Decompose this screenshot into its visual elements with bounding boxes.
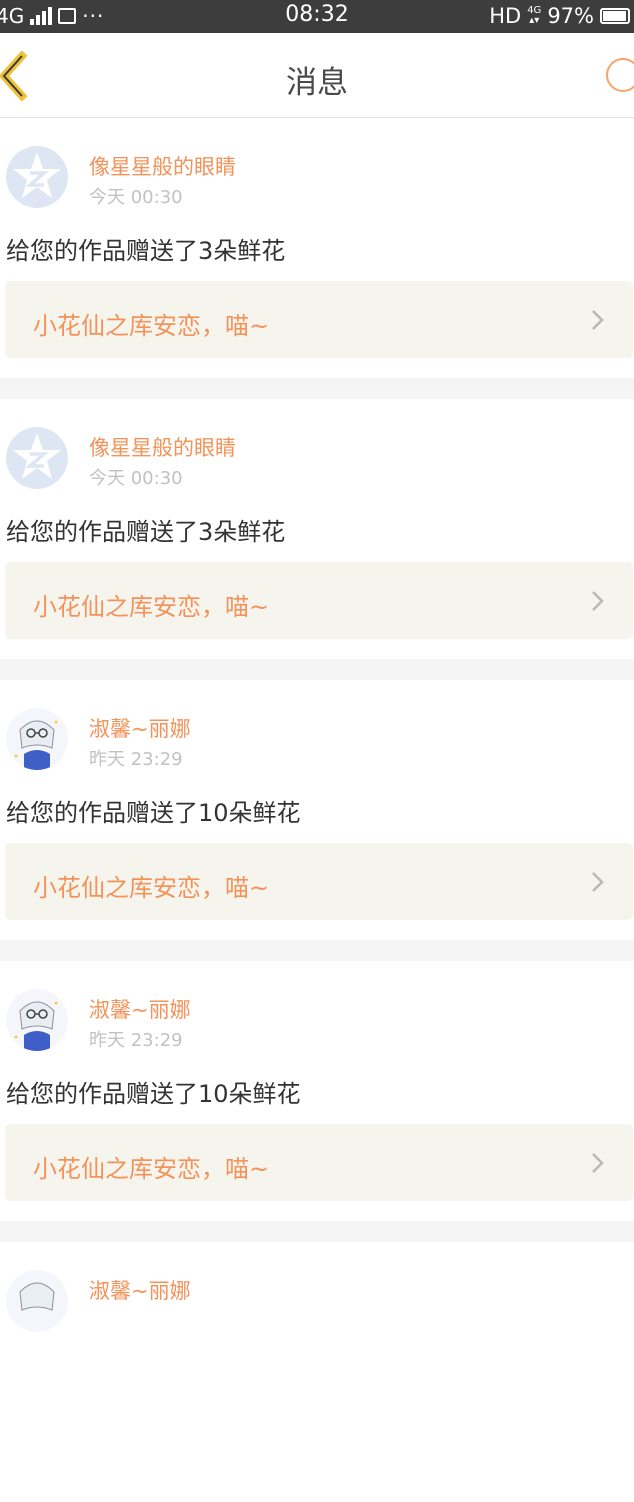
user-avatar[interactable] bbox=[6, 1270, 68, 1332]
work-title: 小花仙之库安恋，喵~ bbox=[33, 1155, 270, 1183]
anime-girl-avatar-icon bbox=[6, 989, 68, 1051]
battery-percent: 97% bbox=[547, 4, 594, 28]
qq-star-avatar-icon bbox=[6, 146, 68, 208]
message-text: 给您的作品赠送了3朵鲜花 bbox=[6, 518, 286, 546]
work-link[interactable]: 小花仙之库安恋，喵~ bbox=[5, 562, 633, 639]
qq-star-avatar-icon bbox=[6, 427, 68, 489]
work-title: 小花仙之库安恋，喵~ bbox=[33, 593, 270, 621]
anime-girl-avatar-icon bbox=[6, 1270, 68, 1332]
message-time: 昨天 23:29 bbox=[89, 1030, 183, 1051]
chevron-right-icon bbox=[592, 591, 604, 611]
status-right: HD 4G ▴▾ 97% bbox=[489, 2, 630, 30]
message-text: 给您的作品赠送了10朵鲜花 bbox=[6, 1080, 301, 1108]
message-time: 今天 00:30 bbox=[89, 187, 183, 208]
chevron-right-icon bbox=[592, 1153, 604, 1173]
message-item: 像星星般的眼睛 今天 00:30 给您的作品赠送了3朵鲜花 小花仙之库安恋，喵~ bbox=[0, 118, 634, 378]
message-item: 淑馨~丽娜 昨天 23:29 给您的作品赠送了10朵鲜花 小花仙之库安恋，喵~ bbox=[0, 680, 634, 940]
work-link[interactable]: 小花仙之库安恋，喵~ bbox=[5, 843, 633, 920]
mobile-data-icon: 4G ▴▾ bbox=[527, 5, 542, 26]
sender-name[interactable]: 淑馨~丽娜 bbox=[89, 713, 191, 743]
page-title: 消息 bbox=[286, 65, 348, 101]
qq-avatar[interactable] bbox=[6, 427, 68, 489]
sender-name[interactable]: 淑馨~丽娜 bbox=[89, 994, 191, 1024]
sender-name[interactable]: 像星星般的眼睛 bbox=[89, 432, 236, 462]
chevron-right-icon bbox=[592, 310, 604, 330]
message-time: 昨天 23:29 bbox=[89, 749, 183, 770]
separator bbox=[0, 1221, 634, 1242]
work-title: 小花仙之库安恋，喵~ bbox=[33, 874, 270, 902]
message-item: 像星星般的眼睛 今天 00:30 给您的作品赠送了3朵鲜花 小花仙之库安恋，喵~ bbox=[0, 399, 634, 659]
message-item: 淑馨~丽娜 bbox=[0, 1242, 634, 1502]
message-list: 像星星般的眼睛 今天 00:30 给您的作品赠送了3朵鲜花 小花仙之库安恋，喵~… bbox=[0, 118, 634, 1502]
chevron-right-icon bbox=[592, 872, 604, 892]
sender-name[interactable]: 像星星般的眼睛 bbox=[89, 151, 236, 181]
message-text: 给您的作品赠送了10朵鲜花 bbox=[6, 799, 301, 827]
user-avatar[interactable] bbox=[6, 708, 68, 770]
separator bbox=[0, 659, 634, 680]
message-time: 今天 00:30 bbox=[89, 468, 183, 489]
battery-icon bbox=[600, 8, 630, 24]
anime-girl-avatar-icon bbox=[6, 708, 68, 770]
refresh-icon[interactable] bbox=[606, 58, 634, 92]
message-item: 淑馨~丽娜 昨天 23:29 给您的作品赠送了10朵鲜花 小花仙之库安恋，喵~ bbox=[0, 961, 634, 1221]
status-bar: 4G ··· 08:32 HD 4G ▴▾ 97% bbox=[0, 0, 634, 33]
work-link[interactable]: 小花仙之库安恋，喵~ bbox=[5, 281, 633, 358]
separator bbox=[0, 378, 634, 399]
message-text: 给您的作品赠送了3朵鲜花 bbox=[6, 237, 286, 265]
hd-label: HD bbox=[489, 4, 522, 28]
work-title: 小花仙之库安恋，喵~ bbox=[33, 312, 270, 340]
user-avatar[interactable] bbox=[6, 989, 68, 1051]
nav-bar: 消息 bbox=[0, 33, 634, 118]
qq-avatar[interactable] bbox=[6, 146, 68, 208]
work-link[interactable]: 小花仙之库安恋，喵~ bbox=[5, 1124, 633, 1201]
separator bbox=[0, 940, 634, 961]
